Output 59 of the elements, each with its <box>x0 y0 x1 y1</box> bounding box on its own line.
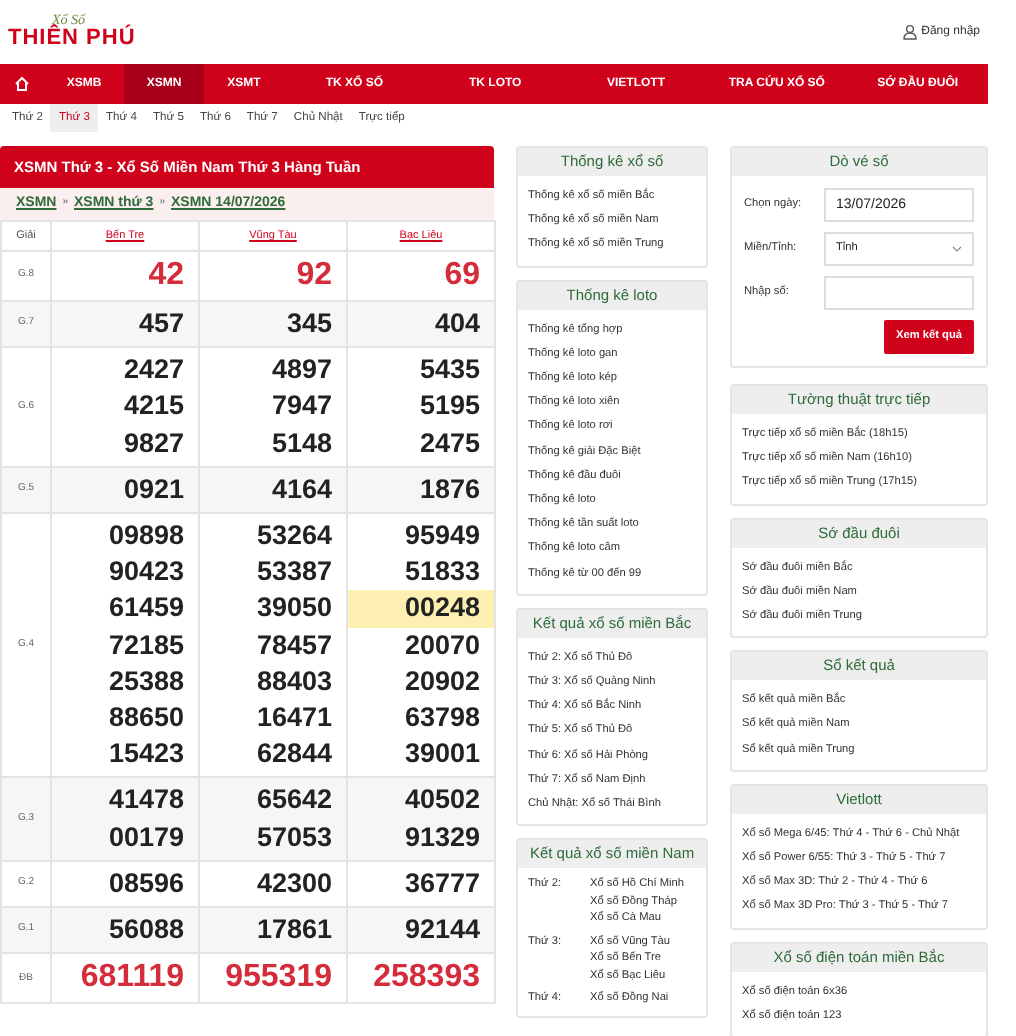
result-number: 15423 <box>106 736 186 773</box>
result-number: 00248 <box>348 590 494 628</box>
home-icon <box>14 76 30 92</box>
result-number: 5435 <box>417 352 482 389</box>
result-number: 955319 <box>223 958 334 999</box>
result-number: 404 <box>432 306 482 342</box>
result-number: 681119 <box>78 958 186 999</box>
result-number: 16471 <box>254 700 334 737</box>
result-number: 345 <box>284 306 334 342</box>
result-number: 17861 <box>254 912 334 949</box>
result-number: 7947 <box>269 388 334 425</box>
result-number: 20070 <box>402 627 482 664</box>
result-number: 92 <box>294 256 334 296</box>
result-number: 53264 <box>254 518 334 555</box>
result-number: 69 <box>442 256 482 296</box>
result-number: 65642 <box>254 782 334 819</box>
result-number: 25388 <box>106 663 186 700</box>
result-number: 56088 <box>106 912 186 949</box>
result-number: 4164 <box>269 471 334 508</box>
result-number: 20902 <box>402 663 482 700</box>
number-field[interactable] <box>824 276 974 310</box>
result-number: 41478 <box>106 782 186 819</box>
result-number: 90423 <box>106 554 186 591</box>
logo[interactable]: THIÊN PHÚ <box>8 28 136 50</box>
result-number: 40502 <box>402 782 482 819</box>
result-number: 53387 <box>254 554 334 591</box>
result-number: 1876 <box>417 471 482 508</box>
result-number: 95949 <box>402 518 482 555</box>
result-number: 2427 <box>121 352 186 389</box>
result-number: 4215 <box>121 388 186 425</box>
result-number: 61459 <box>106 590 186 627</box>
result-number: 72185 <box>106 627 186 664</box>
result-number: 92144 <box>402 912 482 949</box>
result-number: 09898 <box>106 518 186 555</box>
result-number: 88650 <box>106 700 186 737</box>
result-number: 0921 <box>121 471 186 508</box>
result-number: 08596 <box>106 865 186 902</box>
result-number: 9827 <box>121 425 186 462</box>
result-number: 00179 <box>106 819 186 856</box>
chevron-down-icon <box>952 246 962 252</box>
result-number: 5195 <box>417 388 482 425</box>
result-number: 91329 <box>402 819 482 856</box>
user-icon <box>901 24 918 40</box>
result-number: 258393 <box>371 958 482 999</box>
result-number: 57053 <box>254 819 334 856</box>
result-number: 42300 <box>254 865 334 902</box>
result-number: 42 <box>146 256 186 296</box>
result-number: 39050 <box>254 590 334 627</box>
result-number: 62844 <box>254 736 334 773</box>
result-number: 4897 <box>269 352 334 389</box>
result-number: 63798 <box>402 700 482 737</box>
result-number: 39001 <box>402 736 482 773</box>
result-number: 51833 <box>402 554 482 591</box>
result-number: 457 <box>136 306 186 342</box>
result-number: 78457 <box>254 627 334 664</box>
result-number: 88403 <box>254 663 334 700</box>
result-number: 2475 <box>417 425 482 462</box>
result-number: 5148 <box>269 425 334 462</box>
result-number: 36777 <box>402 865 482 902</box>
